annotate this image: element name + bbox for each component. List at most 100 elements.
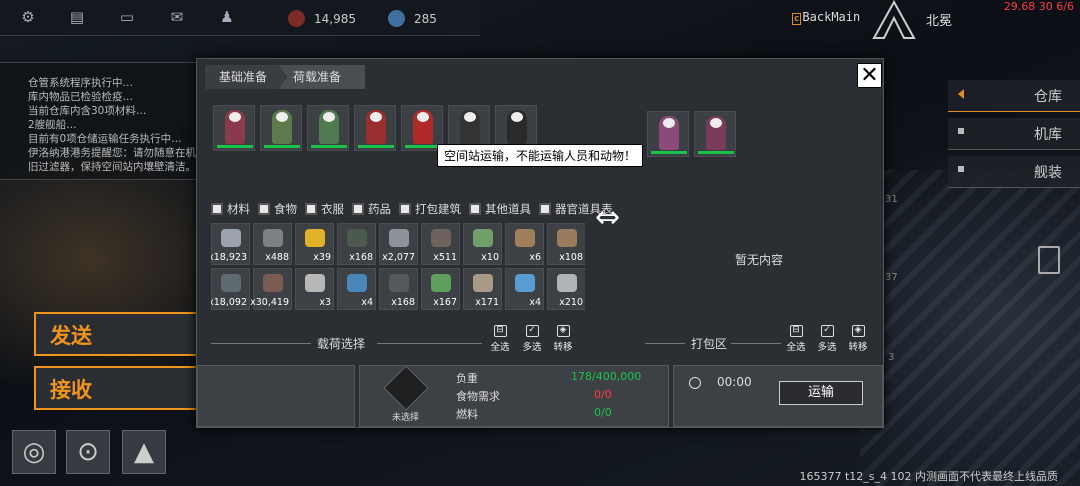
item-icon	[515, 229, 535, 247]
profile-icon[interactable]: ♟	[218, 9, 236, 25]
filter-label: 药品	[368, 202, 391, 216]
side-item-label: 舰装	[1034, 165, 1062, 181]
checkbox[interactable]	[258, 203, 270, 215]
crew-figure	[659, 116, 679, 150]
item-slot[interactable]: x10	[463, 223, 502, 265]
select-all-button[interactable]: ⊟ 全选	[487, 325, 513, 353]
mail-icon[interactable]: ✉	[168, 9, 186, 25]
item-slot[interactable]: x108	[547, 223, 585, 265]
pack-select-all-button[interactable]: ⊟ 全选	[783, 325, 809, 353]
health-bar	[405, 145, 441, 148]
log-text: 仓管系统程序执行中… 库内物品已检验检疫… 当前仓库内含30项材料… 2艘舰船……	[28, 76, 198, 174]
side-item-warehouse[interactable]: 仓库	[948, 80, 1080, 112]
pack-transfer-button[interactable]: ◈ 转移	[845, 325, 871, 353]
cube-icon: ◈	[556, 325, 570, 337]
health-bar	[311, 145, 347, 148]
item-slot[interactable]: x171	[463, 268, 502, 310]
item-slot[interactable]: x511	[421, 223, 460, 265]
mountain-icon[interactable]: ▲	[122, 430, 166, 474]
item-quantity: x210	[559, 297, 583, 308]
item-slot[interactable]: x18,092	[211, 268, 250, 310]
gear-icon[interactable]: ⚙	[19, 9, 37, 25]
filter-clothes[interactable]: 衣服	[305, 201, 344, 217]
side-item-hangar[interactable]: 机库	[948, 118, 1080, 150]
chat-icon[interactable]: ▤	[68, 9, 86, 25]
load-label: 负重	[456, 372, 478, 385]
item-slot[interactable]: x18,923	[211, 223, 250, 265]
crew-figure	[319, 110, 339, 144]
back-main-button[interactable]: c BackMain	[792, 10, 860, 25]
checkbox[interactable]	[352, 203, 364, 215]
cube-icon: ◈	[851, 325, 865, 337]
side-menu: 仓库 机库 舰装	[948, 80, 1080, 194]
tab-basic-prep[interactable]: 基础准备	[205, 65, 285, 89]
close-button[interactable]: ✕	[857, 63, 882, 88]
tab-load-prep[interactable]: 荷载准备	[279, 65, 365, 89]
side-item-outfit[interactable]: 舰装	[948, 156, 1080, 188]
filter-food[interactable]: 食物	[258, 201, 297, 217]
item-slot[interactable]: x210	[547, 268, 585, 310]
checkbox[interactable]	[305, 203, 317, 215]
crew-slot[interactable]	[354, 105, 396, 151]
checkbox[interactable]	[399, 203, 411, 215]
crew-slot[interactable]	[307, 105, 349, 151]
bg-number: 3	[888, 352, 895, 363]
message-icon[interactable]: ▭	[118, 9, 136, 25]
ship-label: 未选择	[392, 413, 420, 423]
filter-other-items[interactable]: 其他道具	[469, 201, 531, 217]
crew-slot[interactable]	[694, 111, 736, 157]
checkbox[interactable]	[469, 203, 481, 215]
divider	[211, 343, 311, 344]
faction-logo-icon	[872, 0, 916, 39]
receive-button[interactable]: 接收	[34, 366, 204, 410]
item-slot[interactable]: x39	[295, 223, 334, 265]
filter-packed-buildings[interactable]: 打包建筑	[399, 201, 461, 217]
pack-multi-select-button[interactable]: ✓ 多选	[814, 325, 840, 353]
item-slot[interactable]: x30,419	[250, 268, 292, 310]
bg-number: 37	[885, 272, 898, 283]
clipboard-icon[interactable]	[1038, 246, 1060, 274]
item-slot[interactable]: x3	[295, 268, 334, 310]
item-slot[interactable]: x167	[421, 268, 460, 310]
item-slot[interactable]: x168	[379, 268, 418, 310]
item-quantity: x108	[559, 252, 583, 263]
item-slot[interactable]: x2,077	[379, 223, 418, 265]
orbit-icon[interactable]: ⊙	[66, 430, 110, 474]
crew-slot[interactable]	[260, 105, 302, 151]
log-line: 仓管系统程序执行中…	[28, 77, 133, 89]
swap-arrows-icon[interactable]: ⇔	[595, 203, 620, 233]
item-icon	[347, 229, 367, 247]
crew-figure	[272, 110, 292, 144]
item-slot[interactable]: x4	[505, 268, 544, 310]
transfer-button[interactable]: ◈ 转移	[550, 325, 576, 353]
divider	[377, 343, 482, 344]
crew-slot[interactable]	[647, 111, 689, 157]
crew-slot[interactable]	[213, 105, 255, 151]
item-slot[interactable]: x168	[337, 223, 376, 265]
galaxy-icon[interactable]: ◎	[12, 430, 56, 474]
ship-slot[interactable]	[383, 365, 429, 411]
food-label: 食物需求	[456, 390, 500, 403]
filter-label: 打包建筑	[415, 202, 461, 216]
transport-time: 00:00	[717, 375, 752, 389]
log-line: 伊洛纳港港务提醒您：请勿随意在机	[28, 147, 196, 159]
send-button[interactable]: 发送	[34, 312, 204, 356]
filter-medicine[interactable]: 药品	[352, 201, 391, 217]
checkbox[interactable]	[539, 203, 551, 215]
item-slot[interactable]: x4	[337, 268, 376, 310]
health-bar	[264, 145, 300, 148]
health-bar	[217, 145, 253, 148]
arrow-left-icon	[958, 89, 964, 99]
filter-materials[interactable]: 材料	[211, 201, 250, 217]
health-bar	[651, 151, 687, 154]
health-bar	[698, 151, 734, 154]
transport-button[interactable]: 运输	[779, 381, 863, 405]
filter-label: 其他道具	[485, 202, 531, 216]
item-slot[interactable]: x488	[253, 223, 292, 265]
item-quantity: x6	[529, 252, 541, 263]
checkbox[interactable]	[211, 203, 223, 215]
fps-counter: 29.68 30 6/6	[1003, 0, 1074, 13]
item-slot[interactable]: x6	[505, 223, 544, 265]
log-line: 旧过滤器，保持空间站内壤壁清洁。	[28, 161, 196, 173]
multi-select-button[interactable]: ✓ 多选	[519, 325, 545, 353]
